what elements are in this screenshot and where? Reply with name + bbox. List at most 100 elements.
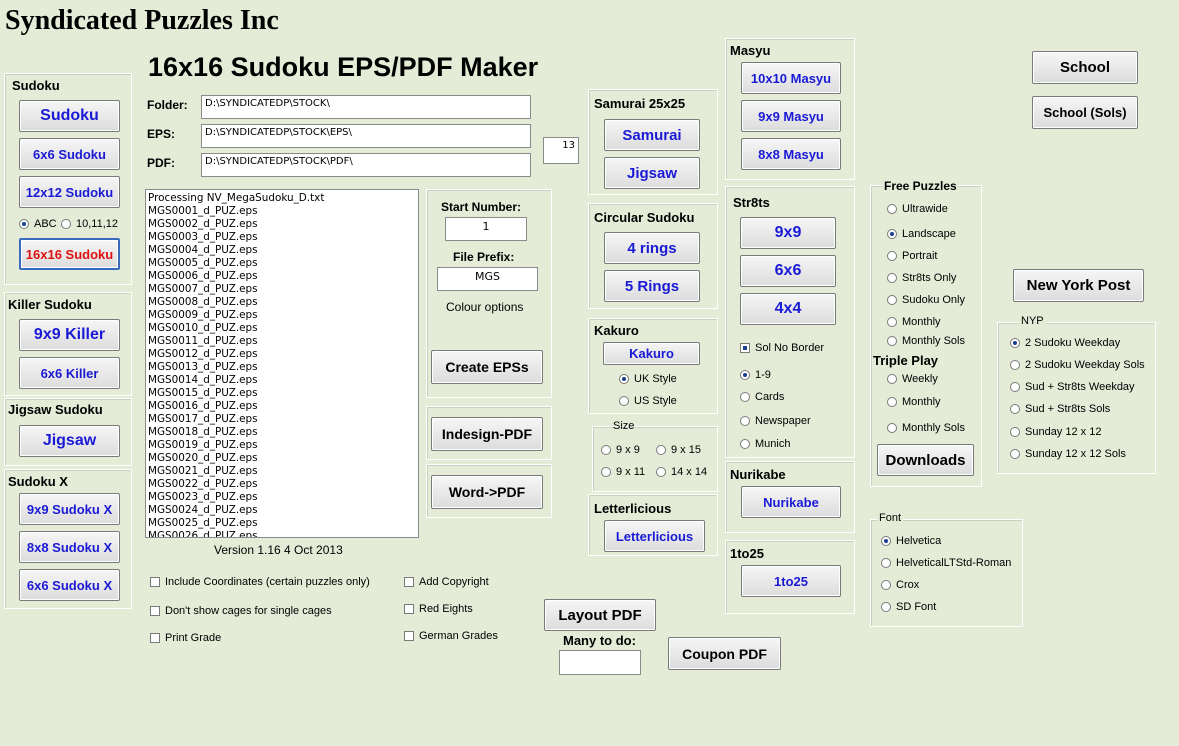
radio-size-9x15[interactable]: 9 x 15 — [656, 444, 701, 456]
log-line: MGS0018_d_PUZ.eps — [148, 426, 258, 438]
radio-ultrawide[interactable]: Ultrawide — [887, 203, 948, 215]
checkbox-box — [404, 631, 414, 641]
radio-triple-weekly[interactable]: Weekly — [887, 373, 938, 385]
coupon-pdf-button[interactable]: Coupon PDF — [668, 637, 781, 670]
str8ts-4x4-button[interactable]: 4x4 — [740, 293, 836, 325]
german-grades-checkbox[interactable]: German Grades — [404, 630, 498, 642]
include-coordinates-checkbox[interactable]: Include Coordinates (certain puzzles onl… — [150, 576, 370, 588]
log-line: MGS0008_d_PUZ.eps — [148, 296, 258, 308]
processing-log-list[interactable]: Processing NV_MegaSudoku_D.txt MGS0001_d_… — [145, 189, 419, 538]
no-cages-checkbox[interactable]: Don't show cages for single cages — [150, 605, 332, 617]
count-field[interactable]: 13 — [543, 137, 579, 164]
radio-free-monthly-sols[interactable]: Monthly Sols — [887, 335, 965, 347]
radio-dot — [1010, 449, 1020, 459]
9x9-masyu-button[interactable]: 9x9 Masyu — [741, 100, 841, 132]
12x12-sudoku-button[interactable]: 12x12 Sudoku — [19, 176, 120, 208]
radio-1-9[interactable]: 1-9 — [740, 369, 771, 381]
jigsaw-sudoku-button[interactable]: Jigsaw — [19, 425, 120, 457]
5-rings-button[interactable]: 5 Rings — [604, 270, 700, 302]
radio-str8ts-only[interactable]: Str8ts Only — [887, 272, 956, 284]
radio-font-crox[interactable]: Crox — [881, 579, 919, 591]
radio-dot — [881, 536, 891, 546]
radio-sudoku-only[interactable]: Sudoku Only — [887, 294, 965, 306]
pdf-input[interactable]: D:\SYNDICATEDP\STOCK\PDF\ — [201, 153, 531, 177]
log-line: Processing NV_MegaSudoku_D.txt — [148, 192, 325, 204]
radio-size-14x14[interactable]: 14 x 14 — [656, 466, 707, 478]
radio-nyp-sud-str8ts-weekday[interactable]: Sud + Str8ts Weekday — [1010, 381, 1135, 393]
circular-group-title: Circular Sudoku — [594, 210, 695, 225]
radio-nyp-sunday-12x12[interactable]: Sunday 12 x 12 — [1010, 426, 1101, 438]
school-button[interactable]: School — [1032, 51, 1138, 84]
radio-portrait[interactable]: Portrait — [887, 250, 937, 262]
radio-nyp-2-sudoku-weekday[interactable]: 2 Sudoku Weekday — [1010, 337, 1120, 349]
samurai-jigsaw-button[interactable]: Jigsaw — [604, 157, 700, 189]
radio-10-11-12-label: 10,11,12 — [76, 218, 119, 230]
radio-10-11-12[interactable]: 10,11,12 — [61, 218, 118, 230]
9x9-killer-button[interactable]: 9x9 Killer — [19, 319, 120, 351]
radio-nyp-2-sudoku-weekday-sols[interactable]: 2 Sudoku Weekday Sols — [1010, 359, 1145, 371]
folder-input[interactable]: D:\SYNDICATEDP\STOCK\ — [201, 95, 531, 119]
radio-free-monthly[interactable]: Monthly — [887, 316, 941, 328]
str8ts-6x6-button[interactable]: 6x6 — [740, 255, 836, 287]
radio-font-helveticalltstd[interactable]: HelveticalLTStd-Roman — [881, 557, 1011, 569]
print-grade-checkbox[interactable]: Print Grade — [150, 632, 221, 644]
str8ts-9x9-button[interactable]: 9x9 — [740, 217, 836, 249]
radio-dot — [619, 374, 629, 384]
munich-label: Munich — [755, 438, 791, 450]
eps-input[interactable]: D:\SYNDICATEDP\STOCK\EPS\ — [201, 124, 531, 148]
radio-dot — [1010, 382, 1020, 392]
word-pdf-button[interactable]: Word->PDF — [431, 475, 543, 509]
nyp-option-label: Sud + Str8ts Weekday — [1025, 381, 1135, 393]
radio-uk-style[interactable]: UK Style — [619, 373, 677, 385]
radio-cards[interactable]: Cards — [740, 391, 784, 403]
app-title: 16x16 Sudoku EPS/PDF Maker — [148, 52, 539, 82]
6x6-sudoku-button[interactable]: 6x6 Sudoku — [19, 138, 120, 170]
kakuro-button[interactable]: Kakuro — [603, 342, 700, 365]
6x6-killer-button[interactable]: 6x6 Killer — [19, 357, 120, 389]
create-eps-button[interactable]: Create EPSs — [431, 350, 543, 384]
nurikabe-button[interactable]: Nurikabe — [741, 486, 841, 518]
sudoku-button[interactable]: Sudoku — [19, 100, 120, 132]
layout-pdf-button[interactable]: Layout PDF — [544, 599, 656, 631]
start-number-input[interactable]: 1 — [445, 217, 527, 241]
radio-nyp-sud-str8ts-sols[interactable]: Sud + Str8ts Sols — [1010, 403, 1110, 415]
school-sols-button[interactable]: School (Sols) — [1032, 96, 1138, 129]
radio-triple-monthly-sols[interactable]: Monthly Sols — [887, 422, 965, 434]
red-eights-checkbox[interactable]: Red Eights — [404, 603, 473, 615]
samurai-button[interactable]: Samurai — [604, 119, 700, 151]
16x16-sudoku-button[interactable]: 16x16 Sudoku — [19, 238, 120, 270]
indesign-pdf-button[interactable]: Indesign-PDF — [431, 417, 543, 451]
radio-font-helvetica[interactable]: Helvetica — [881, 535, 941, 547]
jigsaw-group-title: Jigsaw Sudoku — [8, 402, 103, 417]
file-prefix-input[interactable]: MGS — [437, 267, 538, 291]
1to25-button[interactable]: 1to25 — [741, 565, 841, 597]
10x10-masyu-button[interactable]: 10x10 Masyu — [741, 62, 841, 94]
sol-no-border-checkbox[interactable]: Sol No Border — [740, 342, 824, 354]
file-prefix-label: File Prefix: — [453, 250, 515, 264]
letterlicious-button[interactable]: Letterlicious — [604, 520, 705, 552]
many-to-do-label: Many to do: — [563, 633, 636, 648]
radio-nyp-sunday-12x12-sols[interactable]: Sunday 12 x 12 Sols — [1010, 448, 1126, 460]
8x8-masyu-button[interactable]: 8x8 Masyu — [741, 138, 841, 170]
8x8-sudoku-x-button[interactable]: 8x8 Sudoku X — [19, 531, 120, 563]
log-line: MGS0015_d_PUZ.eps — [148, 387, 258, 399]
radio-newspaper[interactable]: Newspaper — [740, 415, 811, 427]
6x6-sudoku-x-button[interactable]: 6x6 Sudoku X — [19, 569, 120, 601]
radio-font-sd[interactable]: SD Font — [881, 601, 936, 613]
radio-landscape[interactable]: Landscape — [887, 228, 956, 240]
radio-munich[interactable]: Munich — [740, 438, 790, 450]
radio-abc[interactable]: ABC — [19, 218, 57, 230]
many-to-do-input[interactable] — [559, 650, 641, 675]
new-york-post-button[interactable]: New York Post — [1013, 269, 1144, 302]
radio-dot — [881, 558, 891, 568]
9x9-sudoku-x-button[interactable]: 9x9 Sudoku X — [19, 493, 120, 525]
radio-dot — [19, 219, 29, 229]
radio-size-9x11[interactable]: 9 x 11 — [601, 466, 645, 478]
radio-size-9x9[interactable]: 9 x 9 — [601, 444, 640, 456]
radio-us-style[interactable]: US Style — [619, 395, 677, 407]
start-number-label: Start Number: — [441, 200, 522, 214]
add-copyright-checkbox[interactable]: Add Copyright — [404, 576, 489, 588]
radio-triple-monthly[interactable]: Monthly — [887, 396, 941, 408]
4-rings-button[interactable]: 4 rings — [604, 232, 700, 264]
downloads-button[interactable]: Downloads — [877, 444, 974, 476]
